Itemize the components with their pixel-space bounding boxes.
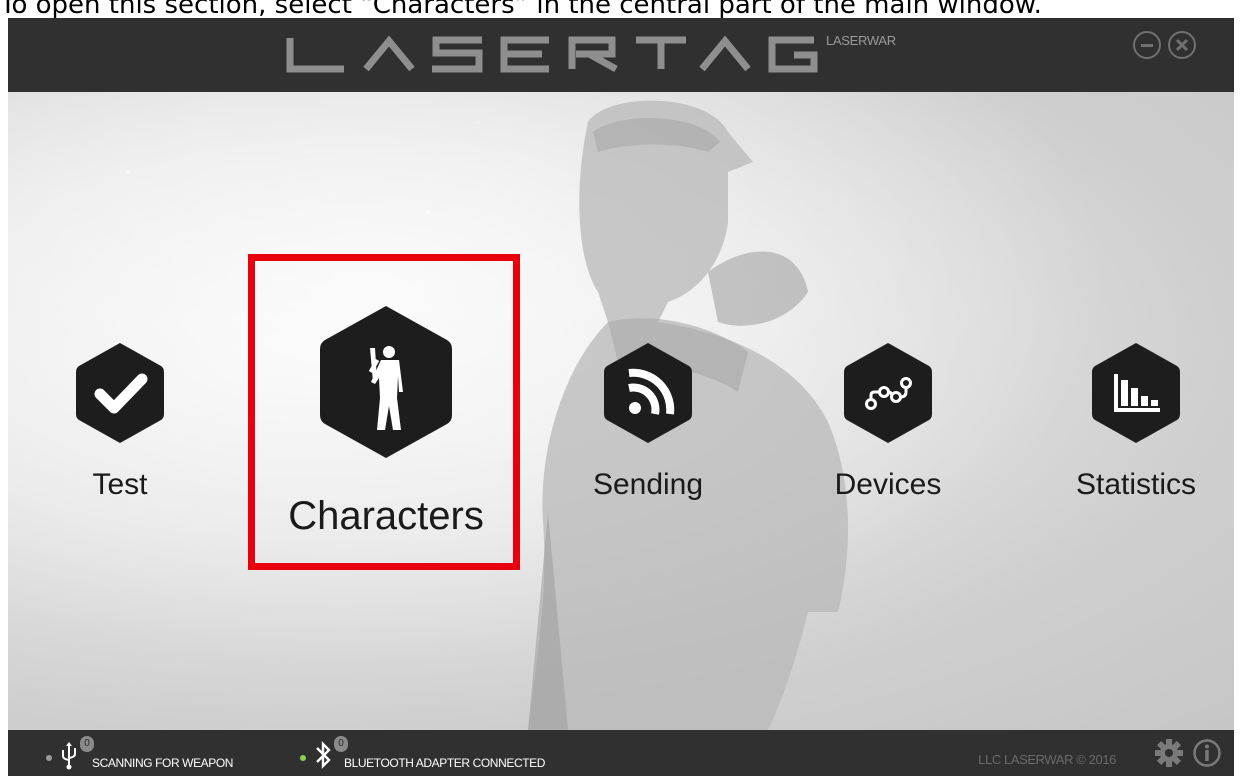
menu-tile-statistics[interactable]: Statistics bbox=[1066, 340, 1206, 502]
usb-status-dot bbox=[46, 755, 52, 761]
instruction-caption: To open this section, select “Characters… bbox=[0, 0, 1042, 20]
bar-chart-icon bbox=[1092, 343, 1180, 443]
close-icon bbox=[1175, 38, 1189, 52]
tile-label-characters: Characters bbox=[288, 494, 484, 538]
lasertag-logo bbox=[286, 35, 818, 73]
main-menu-area: Test Characters Sending Devices Statisti… bbox=[8, 92, 1234, 730]
menu-tile-devices[interactable]: Devices bbox=[818, 340, 958, 502]
rss-icon bbox=[604, 343, 692, 443]
usb-weapon-count-badge: 0 bbox=[80, 736, 94, 752]
menu-tile-sending[interactable]: Sending bbox=[588, 340, 708, 502]
bluetooth-count-badge: 0 bbox=[334, 736, 348, 752]
logo-subtitle: LASERWAR bbox=[826, 33, 896, 48]
usb-status-text: SCANNING FOR WEAPON bbox=[92, 756, 234, 770]
checkmark-icon bbox=[76, 343, 164, 443]
tile-label-test: Test bbox=[92, 468, 148, 501]
tile-label-devices: Devices bbox=[834, 468, 942, 501]
tile-label-statistics: Statistics bbox=[1075, 468, 1197, 501]
close-button[interactable] bbox=[1168, 31, 1196, 59]
bluetooth-icon bbox=[316, 741, 331, 769]
copyright-text: LLC LASERWAR © 2016 bbox=[978, 752, 1116, 767]
menu-tile-test[interactable]: Test bbox=[60, 340, 180, 502]
usb-icon bbox=[62, 742, 76, 770]
minimize-button[interactable] bbox=[1133, 31, 1161, 59]
info-icon[interactable] bbox=[1192, 738, 1222, 768]
bluetooth-status-text: BLUETOOTH ADAPTER CONNECTED bbox=[344, 756, 546, 770]
bluetooth-status-dot bbox=[300, 755, 306, 761]
status-bar: 0 SCANNING FOR WEAPON 0 BLUETOOTH ADAPTE… bbox=[8, 730, 1234, 776]
minimize-icon bbox=[1141, 44, 1153, 47]
menu-tile-characters[interactable]: Characters bbox=[270, 302, 502, 539]
app-window: LASERWAR Test Characters Sending Devices… bbox=[8, 18, 1234, 776]
settings-gear-icon[interactable] bbox=[1154, 738, 1184, 768]
soldier-icon bbox=[320, 306, 452, 458]
nodes-icon bbox=[844, 343, 932, 443]
title-bar: LASERWAR bbox=[8, 18, 1234, 92]
tile-label-sending: Sending bbox=[592, 468, 704, 501]
